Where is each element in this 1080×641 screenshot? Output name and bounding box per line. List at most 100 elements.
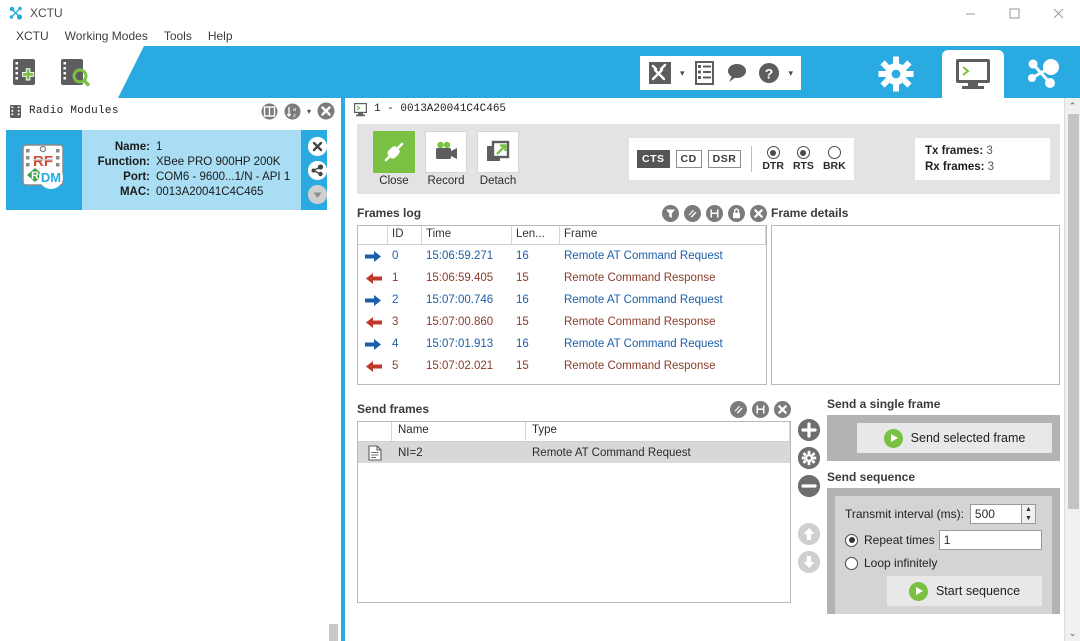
- minimize-button[interactable]: [948, 0, 992, 26]
- table-row[interactable]: 2 15:07:00.746 16 Remote AT Command Requ…: [358, 289, 766, 311]
- stepper-up-icon[interactable]: ▲: [1022, 505, 1035, 514]
- frame-time: 15:07:00.860: [426, 316, 494, 328]
- detach-button[interactable]: Detach: [475, 131, 521, 187]
- svg-text:z: z: [293, 113, 296, 119]
- dtr-label: DTR: [762, 160, 784, 172]
- close-icon[interactable]: [774, 400, 791, 418]
- chat-icon[interactable]: [725, 61, 749, 85]
- edit-frame-icon[interactable]: [798, 447, 820, 469]
- scroll-down-icon[interactable]: ⌄: [1065, 625, 1080, 641]
- console-scrollbar-thumb[interactable]: [1068, 114, 1079, 509]
- sort-az-icon[interactable]: a z: [284, 103, 301, 120]
- save-icon[interactable]: [706, 204, 723, 222]
- device-card[interactable]: RF R DM Name: 1 Function: XBee PRO 900HP…: [6, 130, 333, 210]
- frames-log-table[interactable]: ID Time Len... Frame 0 15:06:59.271 16 R…: [357, 225, 767, 385]
- collapse-expand-icon[interactable]: [261, 103, 278, 120]
- frames-list-icon[interactable]: [693, 61, 717, 85]
- repeat-times-radio[interactable]: [845, 533, 858, 547]
- close-panel-icon[interactable]: [317, 102, 335, 120]
- tab-console-working-mode[interactable]: [942, 50, 1004, 98]
- send-col-name: Name: [392, 422, 526, 441]
- menu-bar: XCTU Working Modes Tools Help: [0, 26, 1080, 46]
- send-frames-table[interactable]: Name Type NI=2 Remote AT Command Request: [357, 421, 791, 603]
- send-frames-side-buttons: [791, 397, 827, 614]
- table-row[interactable]: 5 15:07:02.021 15 Remote Command Respons…: [358, 355, 766, 377]
- frame-details-title: Frame details: [771, 206, 849, 220]
- console-tab-icon: [353, 102, 368, 117]
- save-icon[interactable]: [752, 400, 769, 418]
- clear-icon[interactable]: [684, 204, 701, 222]
- device-info: Name: 1 Function: XBee PRO 900HP 200K Po…: [82, 130, 301, 210]
- menu-item-help[interactable]: Help: [200, 29, 241, 43]
- help-icon[interactable]: ?: [757, 61, 781, 85]
- send-frame-name: NI=2: [392, 446, 526, 459]
- tools-dropdown-caret[interactable]: ▾: [680, 68, 685, 79]
- transmit-interval-value: 500: [974, 507, 995, 521]
- device-field-function-value: XBee PRO 900HP 200K: [156, 156, 281, 168]
- control-line-brk[interactable]: BRK: [823, 146, 846, 172]
- stepper-down-icon[interactable]: ▼: [1022, 514, 1035, 523]
- xctu-logo-icon: [8, 5, 24, 21]
- menu-item-working-modes[interactable]: Working Modes: [57, 29, 156, 43]
- direction-rx-icon: [358, 360, 388, 373]
- sort-dropdown-caret[interactable]: ▾: [307, 107, 311, 116]
- clear-icon[interactable]: [730, 400, 747, 418]
- console-working-mode: 1 - 0013A20041C4C465 Close Record Detach…: [345, 98, 1080, 641]
- console-content: Close Record Detach CTS CD DSR DTR RTS B…: [345, 120, 1080, 641]
- device-field-function: Function: XBee PRO 900HP 200K: [88, 155, 295, 170]
- menu-item-tools[interactable]: Tools: [156, 29, 200, 43]
- send-selected-frame-button[interactable]: Send selected frame: [857, 423, 1052, 453]
- remove-device-icon[interactable]: [307, 136, 327, 156]
- sidebar-scrollbar-thumb[interactable]: [329, 624, 338, 641]
- start-sequence-button[interactable]: Start sequence: [887, 576, 1042, 606]
- table-row[interactable]: NI=2 Remote AT Command Request: [358, 442, 790, 463]
- transmit-interval-input[interactable]: 500 ▲ ▼: [969, 504, 1036, 524]
- console-tab-label: 1 - 0013A20041C4C465: [374, 103, 507, 115]
- console-scrollbar[interactable]: ⌃ ⌄: [1064, 98, 1080, 641]
- lock-icon[interactable]: [728, 204, 745, 222]
- device-field-name-label: Name:: [114, 141, 150, 153]
- control-line-rts[interactable]: RTS: [793, 146, 814, 172]
- radio-modules-list: RF R DM Name: 1 Function: XBee PRO 900HP…: [0, 124, 341, 641]
- add-radio-module-icon[interactable]: [10, 55, 44, 89]
- toolbar-left-group: [0, 46, 144, 98]
- move-up-icon[interactable]: [798, 523, 820, 545]
- console-tab[interactable]: 1 - 0013A20041C4C465: [345, 98, 1080, 120]
- table-row[interactable]: 4 15:07:01.913 16 Remote AT Command Requ…: [358, 333, 766, 355]
- repeat-times-input[interactable]: 1: [938, 530, 1042, 550]
- control-line-dtr[interactable]: DTR: [762, 146, 784, 172]
- remove-frame-icon[interactable]: [798, 475, 820, 497]
- tools-icon[interactable]: [648, 61, 672, 85]
- filter-icon[interactable]: [662, 204, 679, 222]
- tab-network-working-mode[interactable]: [1012, 50, 1074, 98]
- sidebar-scrollbar[interactable]: [327, 124, 341, 641]
- discover-radio-modules-icon[interactable]: [58, 55, 92, 89]
- discover-nodes-icon[interactable]: [307, 160, 327, 180]
- device-field-name-value: 1: [156, 141, 163, 153]
- frame-details-content[interactable]: [771, 225, 1060, 385]
- transmit-interval-stepper[interactable]: ▲ ▼: [1020, 505, 1035, 523]
- close-connection-button[interactable]: Close: [371, 131, 417, 187]
- rx-frames-label: Rx frames:: [925, 161, 985, 173]
- direction-tx-icon: [358, 294, 388, 307]
- maximize-button[interactable]: [992, 0, 1036, 26]
- settings-gear-button[interactable]: [872, 54, 920, 94]
- menu-item-xctu[interactable]: XCTU: [8, 29, 57, 43]
- scroll-up-icon[interactable]: ⌃: [1065, 98, 1080, 114]
- send-frames-section: Send frames Name Type NI=2 Remote AT Com…: [357, 397, 1060, 614]
- table-row[interactable]: 1 15:06:59.405 15 Remote Command Respons…: [358, 267, 766, 289]
- close-button[interactable]: [1036, 0, 1080, 26]
- direction-rx-icon: [358, 316, 388, 329]
- close-icon[interactable]: [750, 204, 767, 222]
- table-row[interactable]: 0 15:06:59.271 16 Remote AT Command Requ…: [358, 245, 766, 267]
- expand-device-caret[interactable]: [307, 184, 327, 204]
- send-selected-frame-label: Send selected frame: [910, 431, 1026, 445]
- frame-type: Remote Command Response: [564, 360, 716, 372]
- record-button[interactable]: Record: [423, 131, 469, 187]
- loop-infinitely-radio[interactable]: [845, 556, 858, 570]
- move-down-icon[interactable]: [798, 551, 820, 573]
- add-frame-icon[interactable]: [798, 419, 820, 441]
- table-row[interactable]: 3 15:07:00.860 15 Remote Command Respons…: [358, 311, 766, 333]
- help-dropdown-caret[interactable]: ▾: [789, 68, 794, 79]
- frame-time: 15:07:00.746: [426, 294, 494, 306]
